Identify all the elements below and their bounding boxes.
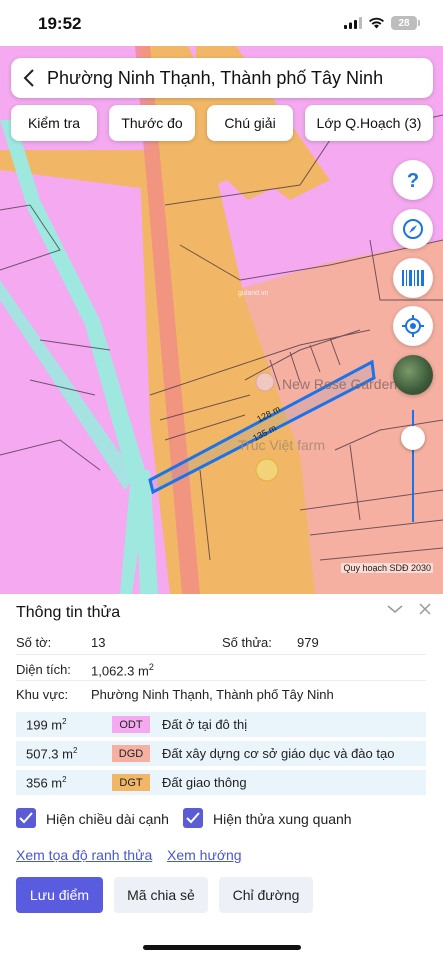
show-edges-label[interactable]: Hiện chiều dài cạnh [46,811,169,827]
poi-label-new-rose-garden[interactable]: New Rose Garden [282,376,397,392]
region-value: Phường Ninh Thạnh, Thành phố Tây Ninh [91,687,334,702]
home-indicator [143,945,301,950]
view-direction-link[interactable]: Xem hướng [167,847,242,863]
satellite-layer-toggle[interactable] [393,355,433,395]
share-code-button[interactable]: Mã chia sẻ [114,877,208,913]
sheet-label: Số tờ: [16,635,52,650]
map-toolbar: Kiểm tra Thước đo Chú giải Lớp Q.Hoạch (… [11,105,433,141]
location-bar[interactable]: Phường Ninh Thạnh, Thành phố Tây Ninh [11,58,433,98]
parcel-info-panel: Thông tin thửa Số tờ: 13 Số thửa: 979 Di… [0,594,443,960]
status-time: 19:52 [38,14,82,33]
opacity-slider-knob[interactable] [401,426,425,450]
status-bar: 19:52 28 [0,0,443,46]
compass-icon [403,219,423,239]
status-icons: 28 [344,16,420,30]
barcode-button[interactable] [393,258,433,298]
area-value-text: 1,062.3 m [91,663,149,679]
help-icon: ? [407,170,419,191]
wifi-icon [369,17,384,29]
parcel-number-label: Số thửa: [222,635,272,650]
area-value: 1,062.3 m2 [91,662,154,678]
map-credit: Quy hoạch SDĐ 2030 [341,563,433,573]
show-edges-checkbox[interactable] [16,808,36,828]
region-label: Khu vực: [16,687,69,702]
divider [16,680,426,681]
barcode-icon [402,270,424,286]
back-icon[interactable] [11,58,47,98]
land-use-area: 507.3 m2 [26,745,78,762]
crosshair-icon [402,315,424,337]
poi-label-truc-viet-farm[interactable]: Trúc Việt farm [238,437,325,453]
land-use-area: 199 m2 [26,716,67,733]
svg-text:?: ? [407,170,419,191]
my-location-button[interactable] [393,306,433,346]
show-neighbors-label[interactable]: Hiện thửa xung quanh [213,811,352,827]
help-button[interactable]: ? [393,160,433,200]
land-use-code-badge: DGT [112,774,150,791]
panel-title: Thông tin thửa [16,604,121,621]
land-use-row: 507.3 m2 DGD Đất xây dựng cơ sở giáo dục… [16,741,426,766]
measure-button[interactable]: Thước đo [109,105,195,141]
divider [16,654,426,655]
land-use-code-badge: DGD [112,745,150,762]
show-neighbors-checkbox[interactable] [183,808,203,828]
close-icon[interactable] [418,602,432,616]
save-point-button[interactable]: Lưu điểm [16,877,103,913]
compass-button[interactable] [393,209,433,249]
planning-layers-button[interactable]: Lớp Q.Hoạch (3) [305,105,433,141]
location-title: Phường Ninh Thạnh, Thành phố Tây Ninh [47,67,384,88]
map-watermark: guland.vn [238,290,269,297]
sheet-value: 13 [91,635,106,650]
land-use-row: 199 m2 ODT Đất ở tại đô thị [16,712,426,737]
view-coordinates-link[interactable]: Xem tọa độ ranh thửa [16,847,152,863]
area-label: Diện tích: [16,662,71,677]
land-use-code-badge: ODT [112,716,150,733]
land-use-name: Đất giao thông [162,775,247,790]
land-use-name: Đất xây dựng cơ sở giáo dục và đào tạo [162,746,395,761]
land-use-name: Đất ở tại đô thị [162,717,248,732]
land-use-area: 356 m2 [26,774,67,791]
check-icon [186,812,200,824]
directions-button[interactable]: Chỉ đường [219,877,313,913]
signal-icon [344,17,362,29]
parcel-number-value: 979 [297,635,319,650]
land-use-row: 356 m2 DGT Đất giao thông [16,770,426,795]
area-unit-sup: 2 [148,662,154,672]
check-button[interactable]: Kiểm tra [11,105,97,141]
battery-icon: 28 [391,16,420,30]
check-icon [19,812,33,824]
collapse-chevron-icon[interactable] [386,602,404,616]
legend-button[interactable]: Chú giải [207,105,293,141]
